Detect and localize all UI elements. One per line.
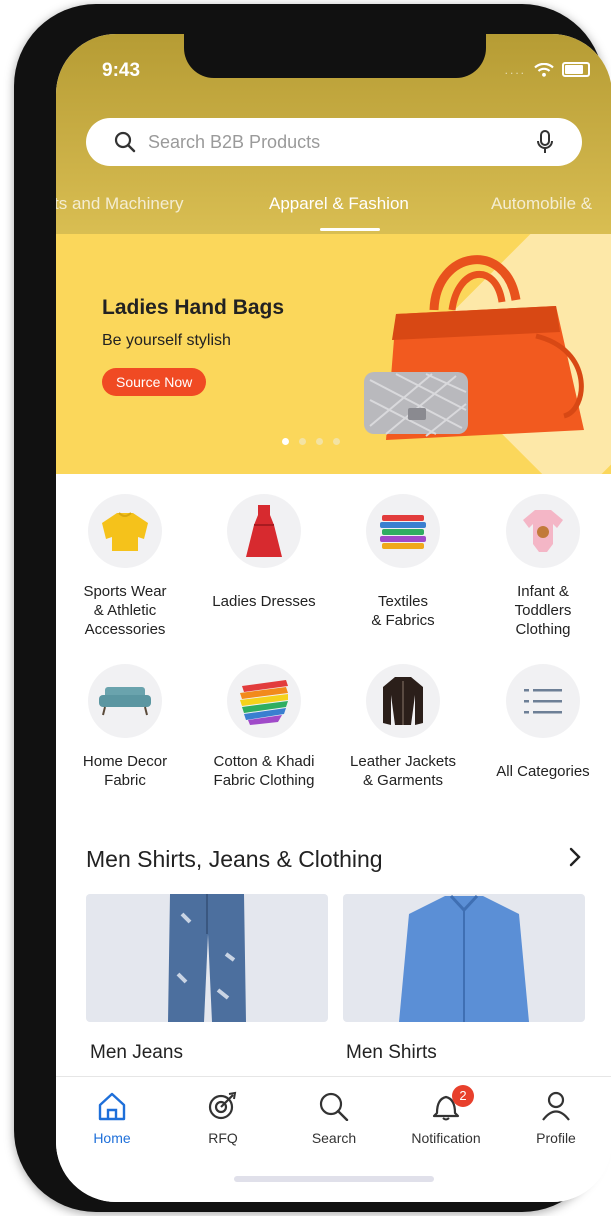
tab-home[interactable]: Home xyxy=(62,1091,162,1146)
tab-notification[interactable]: 2 Notification xyxy=(396,1085,496,1146)
jacket-icon xyxy=(366,664,440,738)
app-screen: 9:43 .... Search B2B Products ts and Mac… xyxy=(56,34,611,1202)
battery-icon xyxy=(562,62,590,77)
category-sports-wear[interactable]: Sports Wear & Athletic Accessories xyxy=(56,494,194,639)
phone-frame: 9:43 .... Search B2B Products ts and Mac… xyxy=(14,4,611,1212)
handbag-image xyxy=(364,255,584,440)
tab-machinery[interactable]: ts and Machinery xyxy=(56,194,183,214)
onesie-icon xyxy=(506,494,580,568)
dress-icon xyxy=(227,494,301,568)
category-label: Textiles & Fabrics xyxy=(371,593,435,629)
shirt-icon xyxy=(399,894,529,1022)
home-indicator[interactable] xyxy=(234,1176,434,1182)
tab-search[interactable]: Search xyxy=(284,1091,384,1146)
microphone-icon[interactable] xyxy=(536,130,554,156)
sofa-icon xyxy=(88,664,162,738)
notification-badge: 2 xyxy=(452,1085,474,1107)
tab-apparel-fashion[interactable]: Apparel & Fashion xyxy=(269,194,409,214)
search-placeholder: Search B2B Products xyxy=(148,131,321,152)
product-card-jeans[interactable] xyxy=(86,894,328,1022)
tab-label: Profile xyxy=(536,1130,576,1146)
banner-title: Ladies Hand Bags xyxy=(102,296,285,319)
category-label: Cotton & Khadi Fabric Clothing xyxy=(213,753,315,789)
tab-label: Notification xyxy=(411,1130,481,1146)
category-label: Infant & Toddlers Clothing xyxy=(514,583,572,638)
category-all[interactable]: All Categories xyxy=(474,664,611,781)
device-notch xyxy=(184,34,486,78)
search-bar[interactable]: Search B2B Products xyxy=(86,118,582,166)
sweater-icon xyxy=(88,494,162,568)
source-now-button[interactable]: Source Now xyxy=(102,368,207,396)
category-textiles[interactable]: Textiles & Fabrics xyxy=(334,494,472,630)
promo-banner[interactable]: Ladies Hand Bags Be yourself stylish Sou… xyxy=(56,234,611,474)
status-icons: .... xyxy=(505,62,590,77)
pagination-dot[interactable] xyxy=(316,438,323,445)
category-infant-clothing[interactable]: Infant & Toddlers Clothing xyxy=(474,494,611,639)
tab-label: Home xyxy=(93,1130,131,1146)
bottom-tab-bar: Home RFQ Search 2 Notification Profile xyxy=(56,1076,611,1202)
search-icon xyxy=(114,131,136,153)
pagination-dot[interactable] xyxy=(282,438,289,445)
category-tabs: ts and Machinery Apparel & Fashion Autom… xyxy=(56,184,611,228)
status-time: 9:43 xyxy=(102,60,141,81)
category-home-decor[interactable]: Home Decor Fabric xyxy=(56,664,194,790)
tab-label: Search xyxy=(311,1130,357,1146)
chevron-right-icon[interactable] xyxy=(568,846,582,868)
tab-rfq[interactable]: RFQ xyxy=(173,1091,273,1146)
tab-profile[interactable]: Profile xyxy=(506,1091,606,1146)
colorful-fabric-icon xyxy=(227,664,301,738)
signal-icon: .... xyxy=(504,62,526,77)
tab-automobile[interactable]: Automobile & xyxy=(491,194,592,214)
product-label: Men Jeans xyxy=(90,1042,183,1063)
pagination-dot[interactable] xyxy=(299,438,306,445)
active-tab-indicator xyxy=(320,228,380,231)
banner-subtitle: Be yourself stylish xyxy=(102,332,231,349)
category-leather-jackets[interactable]: Leather Jackets & Garments xyxy=(334,664,472,790)
jeans-icon xyxy=(168,894,246,1022)
category-label: Leather Jackets & Garments xyxy=(350,753,456,789)
pagination-dot[interactable] xyxy=(333,438,340,445)
category-cotton-khadi[interactable]: Cotton & Khadi Fabric Clothing xyxy=(195,664,333,790)
fabric-stack-icon xyxy=(366,494,440,568)
rfq-target-icon xyxy=(208,1091,237,1120)
tab-label: RFQ xyxy=(208,1130,238,1146)
category-label: Home Decor Fabric xyxy=(82,753,168,789)
section-title: Men Shirts, Jeans & Clothing xyxy=(86,846,383,872)
profile-icon xyxy=(542,1091,570,1121)
list-icon xyxy=(506,664,580,738)
category-label: Sports Wear & Athletic Accessories xyxy=(83,583,167,638)
product-card-shirts[interactable] xyxy=(343,894,585,1022)
category-label: All Categories xyxy=(496,763,590,780)
category-ladies-dresses[interactable]: Ladies Dresses xyxy=(195,494,333,611)
home-icon xyxy=(98,1092,126,1121)
category-label: Ladies Dresses xyxy=(212,593,316,610)
product-label: Men Shirts xyxy=(346,1042,437,1063)
banner-pagination xyxy=(282,438,340,445)
wifi-icon xyxy=(534,62,554,77)
search-icon xyxy=(319,1092,349,1122)
